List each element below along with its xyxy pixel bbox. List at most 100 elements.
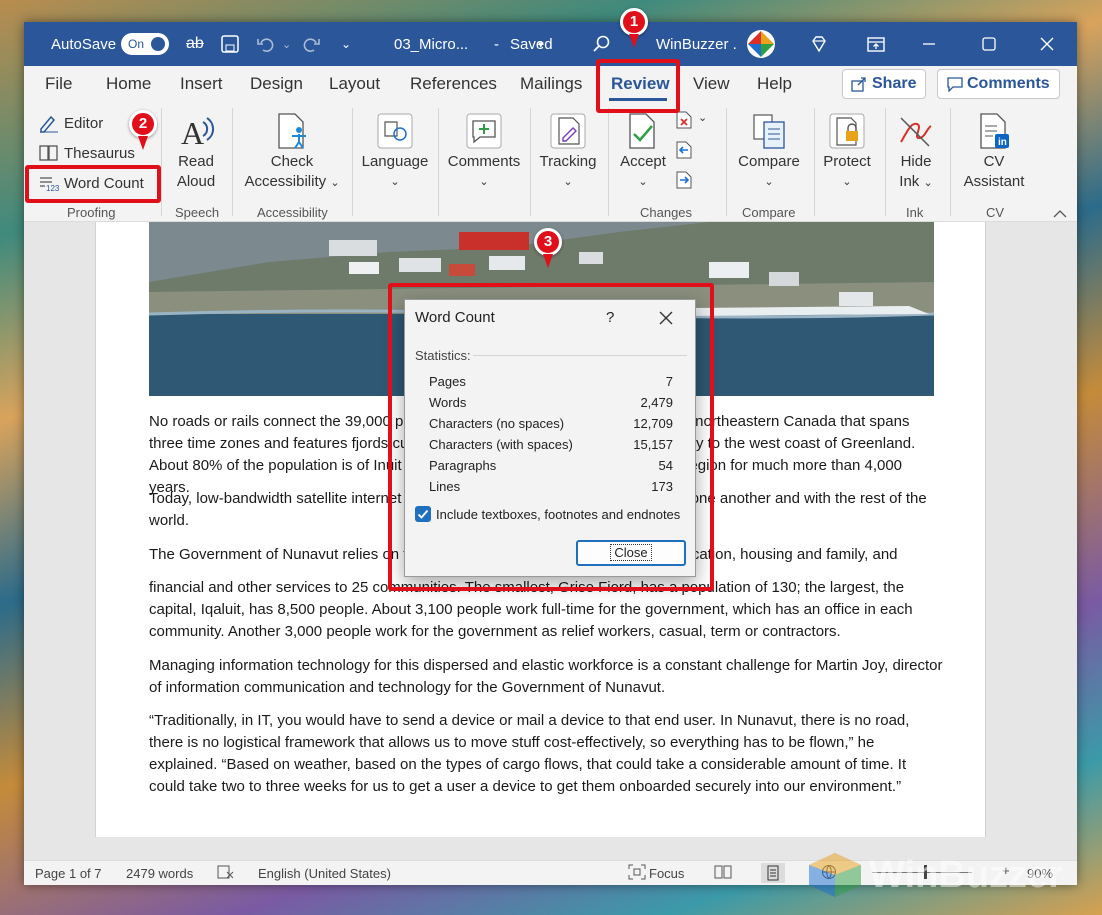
premium-diamond-icon[interactable] xyxy=(809,22,829,66)
read-aloud-icon: A xyxy=(181,115,214,150)
read-mode-icon[interactable] xyxy=(714,864,732,883)
read-label: Read xyxy=(178,153,214,170)
tab-home[interactable]: Home xyxy=(106,74,151,94)
check-label: Check xyxy=(270,153,314,170)
paragraph-6[interactable]: “Traditionally, in IT, you would have to… xyxy=(149,710,944,798)
accept-icon xyxy=(629,113,655,149)
title-separator: - xyxy=(494,35,499,53)
group-separator xyxy=(950,108,951,216)
reject-dropdown-icon[interactable]: ⌄ xyxy=(698,111,707,124)
svg-text:in: in xyxy=(998,137,1007,148)
undo-icon[interactable] xyxy=(256,22,276,66)
accept-label: Accept xyxy=(620,153,666,170)
previous-change-icon[interactable] xyxy=(674,140,694,164)
tab-layout[interactable]: Layout xyxy=(329,74,380,94)
avatar[interactable] xyxy=(746,22,776,66)
redo-icon[interactable] xyxy=(301,22,321,66)
collapse-ribbon-icon[interactable] xyxy=(1053,206,1067,223)
strikethrough-icon[interactable]: ab xyxy=(186,22,204,66)
menu-bar: File Home Insert Design Layout Reference… xyxy=(24,66,1077,104)
ribbon: Editor Thesaurus 123 Word Count Proofing … xyxy=(24,104,1077,222)
group-label-proofing: Proofing xyxy=(67,205,116,220)
language-button[interactable]: Language ⌄ xyxy=(360,112,430,192)
focus-mode[interactable]: Focus xyxy=(649,866,684,881)
focus-icon[interactable] xyxy=(628,864,646,883)
maximize-icon[interactable] xyxy=(982,22,996,66)
undo-dropdown-icon[interactable]: ⌄ xyxy=(282,22,291,66)
autosave-label: AutoSave xyxy=(51,35,117,53)
page-indicator[interactable]: Page 1 of 7 xyxy=(35,866,102,881)
cv-assistant-button[interactable]: in CV Assistant xyxy=(958,112,1030,192)
thesaurus-book-icon xyxy=(39,145,58,161)
cv-label: CV xyxy=(983,153,1005,170)
linkedin-cv-icon: in xyxy=(980,113,1009,149)
winbuzzer-watermark: WinBuzzer xyxy=(805,850,1063,900)
hide-label: Hide xyxy=(900,153,932,170)
share-button[interactable]: Share xyxy=(842,69,926,99)
group-separator xyxy=(530,108,531,216)
autosave-toggle[interactable]: On xyxy=(121,33,169,55)
dropdown-arrow-icon: ⌄ xyxy=(390,176,400,188)
protect-button[interactable]: Protect ⌄ xyxy=(818,112,876,192)
customize-qat-icon[interactable]: ⌄ xyxy=(341,22,351,66)
tab-mailings[interactable]: Mailings xyxy=(520,74,582,94)
tab-design[interactable]: Design xyxy=(250,74,303,94)
svg-text:A: A xyxy=(181,115,204,150)
word-count-highlight xyxy=(25,165,161,203)
ink-button-label: Ink xyxy=(899,173,920,190)
editor-button[interactable]: Editor xyxy=(38,113,103,133)
minimize-icon[interactable] xyxy=(922,22,936,66)
accept-button[interactable]: Accept ⌄ xyxy=(616,112,670,192)
compare-button-label: Compare xyxy=(738,153,800,170)
comments-ribbon-label: Comments xyxy=(447,153,521,170)
assistant-label: Assistant xyxy=(963,173,1025,190)
save-status-dropdown-icon[interactable]: ▾ xyxy=(538,22,544,66)
proofing-status-icon[interactable] xyxy=(217,864,235,883)
tab-view[interactable]: View xyxy=(693,74,730,94)
close-icon[interactable] xyxy=(1040,22,1054,66)
compare-icon xyxy=(753,114,785,149)
dropdown-arrow-icon: ⌄ xyxy=(764,176,774,188)
reject-icon[interactable] xyxy=(674,110,694,134)
editor-label: Editor xyxy=(64,114,104,132)
winbuzzer-logo xyxy=(809,853,861,897)
print-layout-icon[interactable] xyxy=(761,863,785,883)
comments-button[interactable]: Comments xyxy=(937,69,1060,99)
tab-file[interactable]: File xyxy=(45,74,72,94)
editor-pen-icon xyxy=(40,115,58,133)
check-accessibility-button[interactable]: Check Accessibility ⌄ xyxy=(242,112,342,193)
tab-help[interactable]: Help xyxy=(757,74,792,94)
group-label-accessibility: Accessibility xyxy=(257,205,328,220)
dropdown-arrow-icon: ⌄ xyxy=(638,176,648,188)
document-name[interactable]: 03_Micro... xyxy=(394,22,468,66)
group-label-ink: Ink xyxy=(906,205,924,220)
thesaurus-label: Thesaurus xyxy=(64,144,135,162)
share-icon xyxy=(851,77,866,92)
save-icon[interactable] xyxy=(220,22,240,66)
dropdown-arrow-icon: ⌄ xyxy=(479,176,489,188)
group-separator xyxy=(814,108,815,216)
tracking-button[interactable]: Tracking ⌄ xyxy=(536,112,600,192)
protect-label: Protect xyxy=(823,153,871,170)
word-count-status[interactable]: 2479 words xyxy=(126,866,193,881)
paragraph-5[interactable]: Managing information technology for this… xyxy=(149,655,944,699)
language-globe-icon xyxy=(377,113,413,149)
protect-lock-icon xyxy=(829,113,865,149)
tracking-icon xyxy=(550,113,586,149)
language-status[interactable]: English (United States) xyxy=(258,866,391,881)
ribbon-display-icon[interactable] xyxy=(866,22,886,66)
comments-ribbon-button[interactable]: Comments ⌄ xyxy=(446,112,522,192)
watermark-text: WinBuzzer xyxy=(869,853,1063,896)
thesaurus-button[interactable]: Thesaurus xyxy=(38,143,135,163)
next-change-icon[interactable] xyxy=(674,170,694,194)
share-label: Share xyxy=(872,75,917,92)
language-label: Language xyxy=(361,153,429,170)
hide-ink-button[interactable]: Hide Ink ⌄ xyxy=(890,112,942,193)
group-label-compare: Compare xyxy=(742,205,796,220)
tab-references[interactable]: References xyxy=(410,74,497,94)
accessibility-button-label: Accessibility xyxy=(244,173,327,190)
read-aloud-button[interactable]: A Read Aloud xyxy=(172,112,220,192)
tab-insert[interactable]: Insert xyxy=(180,74,223,94)
compare-button[interactable]: Compare ⌄ xyxy=(732,112,806,192)
save-status[interactable]: Saved xyxy=(510,22,553,66)
